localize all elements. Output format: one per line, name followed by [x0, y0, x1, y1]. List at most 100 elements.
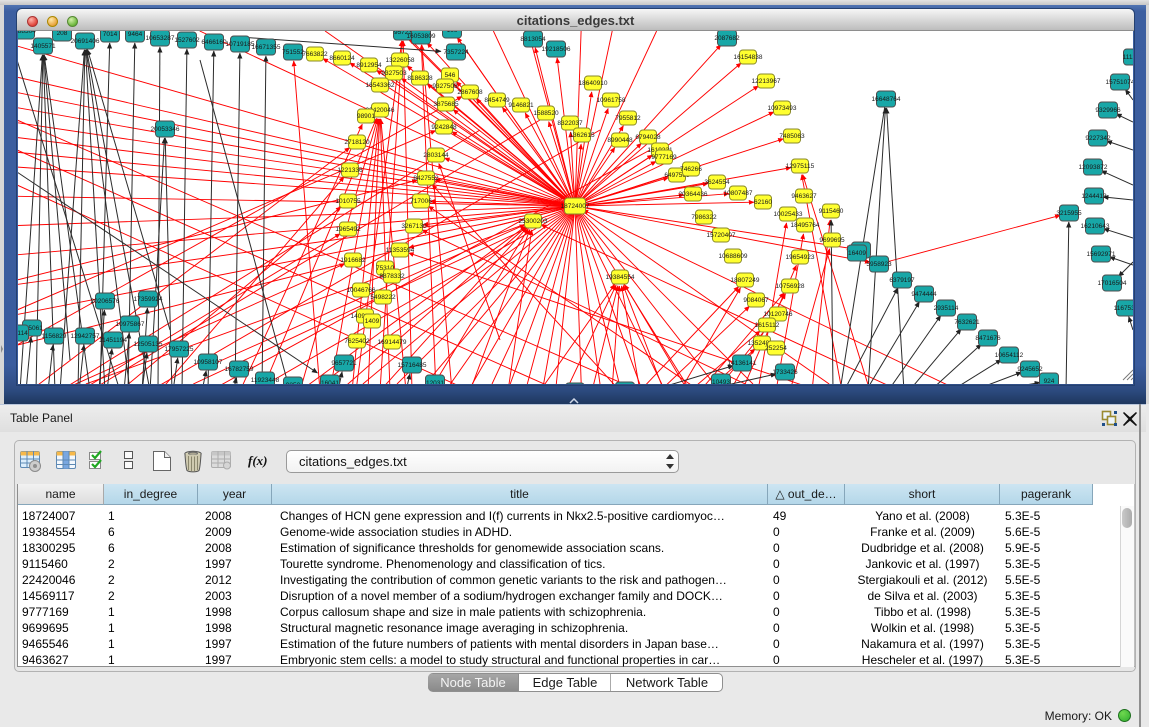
svg-text:751552: 751552 — [282, 49, 304, 56]
svg-text:9474444: 9474444 — [911, 291, 937, 298]
svg-text:19218506: 19218506 — [542, 46, 571, 53]
svg-text:7625402: 7625402 — [344, 338, 370, 345]
svg-text:546: 546 — [445, 72, 456, 79]
svg-text:9657721: 9657721 — [331, 360, 357, 367]
svg-text:1615112: 1615112 — [755, 322, 780, 329]
svg-text:1588520: 1588520 — [533, 110, 559, 117]
svg-text:8660124: 8660124 — [329, 55, 355, 62]
svg-text:16053809: 16053809 — [407, 33, 436, 40]
svg-text:9146821: 9146821 — [508, 102, 534, 109]
svg-text:10973493: 10973493 — [768, 105, 797, 112]
svg-text:10120746: 10120746 — [764, 311, 793, 318]
svg-text:1965492: 1965492 — [335, 226, 361, 233]
svg-text:6379197: 6379197 — [889, 277, 915, 284]
svg-text:111254: 111254 — [1123, 54, 1133, 61]
svg-text:16782759: 16782759 — [225, 366, 254, 373]
svg-text:9777169: 9777169 — [651, 154, 677, 161]
svg-text:1733426: 1733426 — [772, 369, 798, 376]
svg-text:717006: 717006 — [410, 198, 432, 205]
svg-text:8186328: 8186328 — [407, 75, 433, 82]
svg-text:9084067: 9084067 — [743, 297, 769, 304]
svg-text:3875685: 3875685 — [433, 101, 459, 108]
svg-text:16543362: 16543362 — [366, 82, 395, 89]
svg-text:15716485: 15716485 — [398, 362, 427, 369]
svg-text:20364436: 20364436 — [679, 191, 708, 198]
svg-text:12975115: 12975115 — [786, 163, 815, 170]
svg-text:14136141: 14136141 — [728, 360, 757, 367]
svg-text:11353594: 11353594 — [386, 247, 415, 254]
svg-text:10719185: 10719185 — [226, 41, 255, 48]
svg-text:15751074: 15751074 — [1106, 79, 1133, 86]
svg-text:8471676: 8471676 — [975, 335, 1001, 342]
svg-text:7955812: 7955812 — [615, 115, 641, 122]
svg-text:1221336: 1221336 — [337, 167, 363, 174]
svg-text:12093872: 12093872 — [1079, 164, 1108, 171]
svg-text:9245652: 9245652 — [1017, 366, 1043, 373]
svg-text:252254: 252254 — [765, 345, 787, 352]
svg-text:6794028: 6794028 — [635, 134, 661, 141]
svg-text:9463627: 9463627 — [791, 193, 817, 200]
svg-text:10958107: 10958107 — [194, 359, 223, 366]
svg-text:39114: 39114 — [18, 330, 28, 337]
svg-text:18495764: 18495764 — [791, 222, 820, 229]
svg-text:62160: 62160 — [754, 199, 772, 206]
svg-text:2718120: 2718120 — [344, 139, 370, 146]
svg-text:1405571: 1405571 — [30, 43, 56, 50]
svg-text:1156829: 1156829 — [42, 333, 67, 340]
svg-text:16154838: 16154838 — [734, 54, 763, 61]
svg-text:3215955: 3215955 — [1056, 210, 1082, 217]
svg-text:8813054: 8813054 — [520, 36, 546, 43]
svg-text:11923448: 11923448 — [251, 377, 280, 384]
svg-text:f(x): f(x) — [248, 453, 268, 468]
svg-text:7632621: 7632621 — [954, 319, 980, 326]
svg-text:16409: 16409 — [848, 250, 866, 257]
svg-text:188304: 188304 — [18, 31, 36, 35]
svg-text:10756928: 10756928 — [776, 283, 805, 290]
svg-text:10653287: 10653287 — [146, 35, 175, 42]
svg-text:2087682: 2087682 — [714, 35, 740, 42]
svg-text:19384554: 19384554 — [606, 274, 635, 281]
svg-text:17359924: 17359924 — [134, 296, 163, 303]
svg-text:9227342: 9227342 — [1085, 135, 1111, 142]
svg-text:25300203: 25300203 — [519, 218, 548, 225]
svg-text:1167533: 1167533 — [1114, 305, 1133, 312]
svg-text:20691406: 20691406 — [71, 38, 100, 45]
svg-text:17016504: 17016504 — [1098, 280, 1127, 287]
svg-text:18724007: 18724007 — [561, 203, 590, 210]
svg-text:9699695: 9699695 — [819, 237, 845, 244]
svg-text:10046766: 10046766 — [347, 287, 376, 294]
svg-text:1527602: 1527602 — [174, 37, 200, 44]
svg-text:9329966: 9329966 — [1095, 107, 1121, 114]
svg-text:8454749: 8454749 — [484, 97, 510, 104]
svg-text:13226058: 13226058 — [386, 57, 415, 64]
svg-text:15692971: 15692971 — [1087, 251, 1116, 258]
svg-text:7986322: 7986322 — [691, 214, 717, 221]
svg-text:208: 208 — [57, 31, 68, 37]
svg-text:7357224: 7357224 — [443, 49, 469, 56]
svg-text:3267130: 3267130 — [401, 223, 427, 230]
svg-text:6466160: 6466160 — [201, 39, 227, 46]
svg-text:9327503: 9327503 — [381, 70, 407, 77]
svg-text:16671355: 16671355 — [252, 44, 281, 51]
svg-text:20053346: 20053346 — [151, 126, 180, 133]
svg-text:16210643: 16210643 — [1081, 223, 1110, 230]
svg-text:10654112: 10654112 — [995, 352, 1024, 359]
svg-text:1916682: 1916682 — [340, 257, 366, 264]
svg-text:8427552: 8427552 — [413, 175, 439, 182]
svg-text:18640910: 18640910 — [579, 80, 608, 87]
svg-text:1244413: 1244413 — [1081, 193, 1107, 200]
svg-text:12505135: 12505135 — [134, 341, 163, 348]
svg-text:16041: 16041 — [321, 380, 339, 384]
svg-text:2867608: 2867608 — [457, 89, 483, 96]
svg-text:10493: 10493 — [712, 379, 730, 384]
svg-text:3624554: 3624554 — [704, 179, 730, 186]
svg-text:10975867: 10975867 — [116, 321, 145, 328]
svg-text:5498222: 5498222 — [370, 294, 396, 301]
svg-text:9850: 9850 — [286, 382, 301, 384]
svg-text:8990448: 8990448 — [607, 137, 633, 144]
svg-text:12942757: 12942757 — [71, 333, 100, 340]
svg-text:5958923: 5958923 — [866, 261, 892, 268]
svg-text:8878332: 8878332 — [379, 273, 405, 280]
svg-text:9242848: 9242848 — [431, 124, 457, 131]
svg-text:18807249: 18807249 — [731, 277, 760, 284]
